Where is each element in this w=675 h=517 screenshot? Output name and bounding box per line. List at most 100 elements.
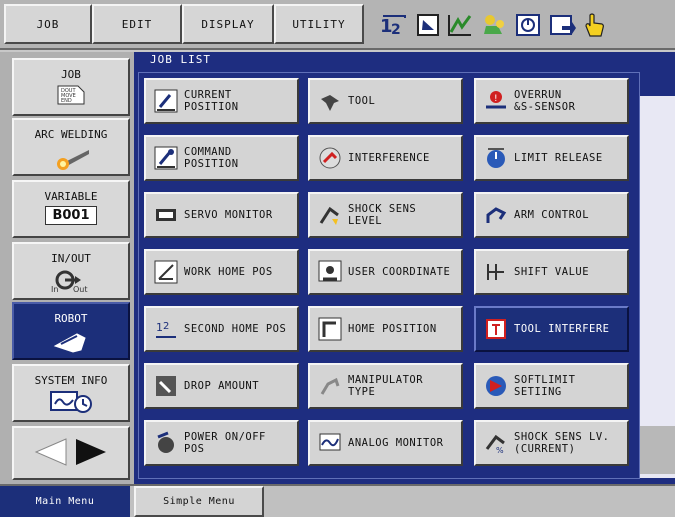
interference-icon [318,146,342,170]
job-icon [546,10,578,40]
power-on-off-icon [154,431,178,455]
menu-item-second-home[interactable]: 1 2 SECOND HOME POS [144,306,299,352]
menu-item-label: COMMAND POSITION [184,146,239,170]
command-position-icon [154,146,178,170]
variable-label: VARIABLE [44,190,98,203]
home-position-icon [318,317,342,341]
menu-item-user-coordinate[interactable]: USER COORDINATE [308,249,463,295]
menu-item-work-home[interactable]: WORK HOME POS [144,249,299,295]
menu-item-limit-release[interactable]: LIMIT RELEASE [474,135,629,181]
menu-item-tool-interfere[interactable]: TOOL INTERFERE [474,306,629,352]
menu-item-label: OVERRUN &S-SENSOR [514,89,576,113]
menu-item-label: TOOL INTERFERE [514,323,610,335]
menu-item-label: SECOND HOME POS [184,323,287,335]
page-navigation [12,426,130,480]
menu-item-label: INTERFERENCE [348,152,430,164]
tool-icon [318,89,342,113]
menu-item-label: ARM CONTROL [514,209,590,221]
menu-item-softlimit[interactable]: SOFTLIMIT SETIING [474,363,629,409]
variable-menu-button[interactable]: VARIABLE B001 [12,180,130,238]
menu-item-label: LIMIT RELEASE [514,152,603,164]
svg-text:2: 2 [163,321,170,332]
shock-sens-icon [318,203,342,227]
in-out-menu-button[interactable]: IN/OUT In Out [12,242,130,300]
arm-control-icon [484,203,508,227]
in-out-label: IN/OUT [51,252,91,265]
menu-item-label: HOME POSITION [348,323,437,335]
servo-monitor-icon [154,203,178,227]
main-menu-tab[interactable]: Main Menu [0,486,130,517]
menu-item-interference[interactable]: INTERFERENCE [308,135,463,181]
softlimit-icon [484,374,508,398]
background-window-footer [640,426,675,474]
menu-item-command-position[interactable]: COMMAND POSITION [144,135,299,181]
job-doc-icon: DOUT MOVE END [56,84,86,109]
system-info-menu-button[interactable]: SYSTEM INFO [12,364,130,422]
out-text: Out [73,285,88,294]
current-position-icon [154,89,178,113]
welding-torch-icon [51,144,91,173]
job-main-menu-button[interactable]: JOB DOUT MOVE END [12,58,130,116]
menu-item-shift-value[interactable]: SHIFT VALUE [474,249,629,295]
utility-menu-button[interactable]: UTILITY [274,4,364,44]
menu-item-power-on-off[interactable]: POWER ON/OFF POS [144,420,299,466]
menu-item-arm-control[interactable]: ARM CONTROL [474,192,629,238]
arc-welding-label: ARC WELDING [34,128,108,141]
manual-speed-icon [412,10,444,40]
chart-icon [444,10,476,40]
svg-text:%: % [496,446,504,455]
menu-item-label: DROP AMOUNT [184,380,260,392]
work-home-icon [154,260,178,284]
menu-item-drop-amount[interactable]: DROP AMOUNT [144,363,299,409]
user-coordinate-icon [318,260,342,284]
menu-item-manipulator-type[interactable]: MANIPULATOR TYPE [308,363,463,409]
job-label: JOB [61,68,81,81]
background-window [640,96,675,478]
menu-item-label: SHIFT VALUE [514,266,590,278]
arc-welding-menu-button[interactable]: ARC WELDING [12,118,130,176]
menu-item-label: WORK HOME POS [184,266,273,278]
menu-item-servo-monitor[interactable]: SERVO MONITOR [144,192,299,238]
robot-status-icon [478,10,510,40]
servo-icon [512,10,544,40]
simple-menu-tab[interactable]: Simple Menu [134,486,264,517]
hand-pointer-icon [578,10,610,40]
menu-item-tool[interactable]: TOOL [308,78,463,124]
tool-interfere-icon [484,317,508,341]
drop-amount-icon [154,374,178,398]
menu-item-current-position[interactable]: CURRENT POSITION [144,78,299,124]
menu-item-label: MANIPULATOR TYPE [348,374,424,398]
robot-menu-button[interactable]: ROBOT [12,302,130,360]
menu-item-label: SERVO MONITOR [184,209,273,221]
page-next-icon[interactable] [72,435,112,472]
menu-item-analog-monitor[interactable]: ANALOG MONITOR [308,420,463,466]
menu-item-home-position[interactable]: HOME POSITION [308,306,463,352]
menu-item-label: SHOCK SENS LV. (CURRENT) [514,431,610,455]
system-info-icon [49,390,93,417]
variable-value: B001 [45,206,97,225]
job-list-title: JOB LIST [150,53,211,66]
svg-text:2: 2 [391,22,401,38]
shock-sens-current-icon: % [484,431,508,455]
menu-item-label: POWER ON/OFF POS [184,431,266,455]
edit-menu-button[interactable]: EDIT [92,4,182,44]
coordinate-12-icon: 12 [378,10,410,40]
page-prev-icon[interactable] [30,435,70,472]
robot-arm-icon [51,328,91,357]
shift-value-icon [484,260,508,284]
limit-release-icon [484,146,508,170]
in-out-icon: In Out [43,268,99,297]
in-text: In [51,285,58,294]
menu-item-label: SHOCK SENS LEVEL [348,203,417,227]
second-home-icon: 12 [154,317,178,341]
manipulator-type-icon [318,374,342,398]
menu-item-shock-sens-current[interactable]: % SHOCK SENS LV. (CURRENT) [474,420,629,466]
menu-item-shock-sens[interactable]: SHOCK SENS LEVEL [308,192,463,238]
display-menu-button[interactable]: DISPLAY [182,4,274,44]
menu-item-label: USER COORDINATE [348,266,451,278]
robot-label: ROBOT [54,312,88,325]
job-menu-button[interactable]: JOB [4,4,92,44]
svg-text:!: ! [494,94,498,104]
menu-item-label: TOOL [348,95,376,107]
menu-item-overrun[interactable]: ! OVERRUN &S-SENSOR [474,78,629,124]
